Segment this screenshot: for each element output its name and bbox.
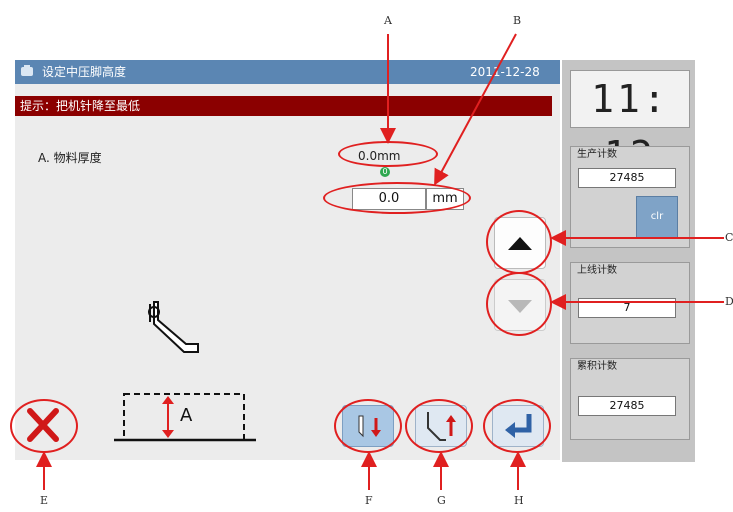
callout-label-c: C	[725, 231, 733, 244]
callout-label-d: D	[725, 295, 733, 308]
callout-label-b: B	[513, 14, 522, 27]
callout-label-h: H	[514, 494, 524, 507]
callout-label-e: E	[40, 494, 49, 507]
callout-lines	[36, 33, 724, 490]
callout-label-f: F	[365, 494, 373, 507]
callout-label-g: G	[437, 494, 446, 507]
callout-label-a: A	[384, 14, 392, 27]
